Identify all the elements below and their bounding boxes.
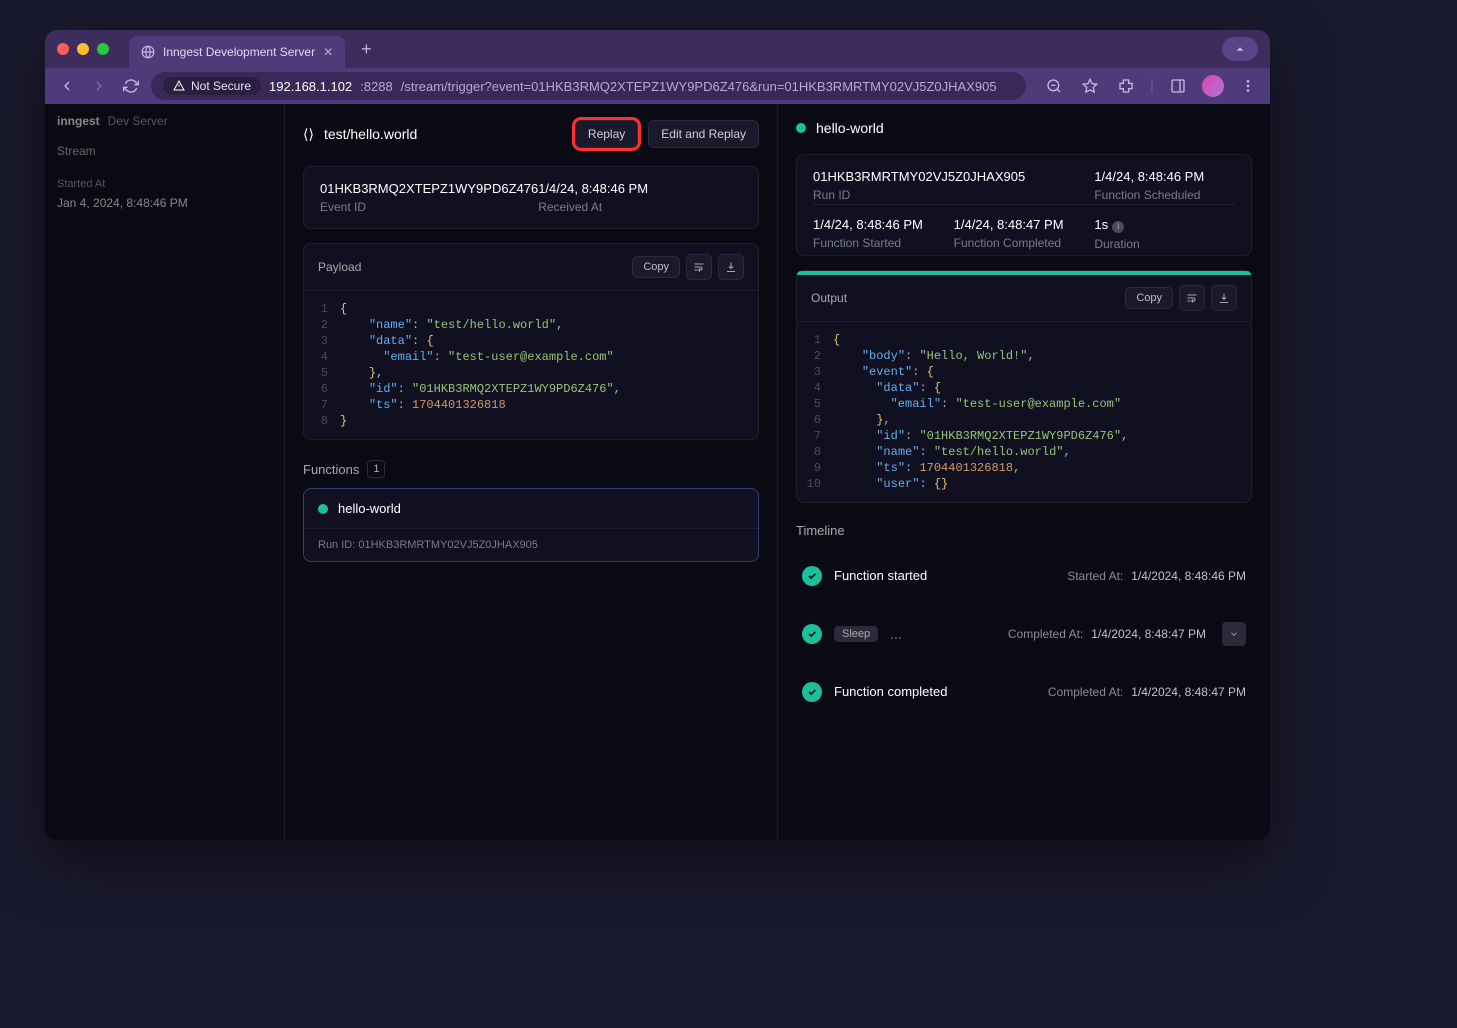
incognito-icon[interactable]	[1222, 37, 1258, 61]
url-host: 192.168.1.102	[269, 79, 352, 94]
run-id-label: Run ID:	[318, 539, 355, 551]
check-icon	[802, 566, 822, 586]
status-dot-icon	[318, 504, 328, 514]
functions-label: Functions	[303, 462, 359, 477]
url-input[interactable]: Not Secure 192.168.1.102 :8288/stream/tri…	[151, 72, 1026, 100]
tab-title: Inngest Development Server	[163, 45, 315, 59]
started-at-value: Jan 4, 2024, 8:48:46 PM	[57, 196, 272, 210]
check-icon	[802, 682, 822, 702]
ellipsis-icon: ...	[890, 626, 902, 642]
sidepanel-icon[interactable]	[1166, 74, 1190, 98]
download-icon[interactable]	[1211, 285, 1237, 311]
event-id: 01HKB3RMQ2XTEPZ1WY9PD6Z476	[320, 181, 538, 196]
run-id: 01HKB3RMRTMY02VJ5Z0JHAX905	[358, 539, 538, 551]
browser-titlebar: Inngest Development Server ✕ +	[45, 30, 1270, 68]
run-id-val: 01HKB3RMRTMY02VJ5Z0JHAX905	[813, 169, 1094, 184]
started-lbl: Function Started	[813, 236, 954, 250]
scheduled-lbl: Function Scheduled	[1094, 188, 1235, 202]
output-card: Output Copy 1{2 "body": "Hello, World!",…	[796, 270, 1252, 503]
started-at-label: Started At	[57, 178, 272, 190]
wrap-icon[interactable]	[686, 254, 712, 280]
started-val: 1/4/24, 8:48:46 PM	[813, 217, 954, 232]
warning-icon	[173, 80, 185, 92]
timeline-meta-value: 1/4/2024, 8:48:47 PM	[1091, 627, 1206, 641]
globe-icon	[141, 45, 155, 59]
window-minimize-icon[interactable]	[77, 43, 89, 55]
timeline-title: Function completed	[834, 684, 947, 699]
run-info-card: 01HKB3RMRTMY02VJ5Z0JHAX905 Run ID 1/4/24…	[796, 154, 1252, 256]
status-dot-icon	[796, 123, 806, 133]
function-name: hello-world	[338, 501, 401, 516]
event-info-card: 01HKB3RMQ2XTEPZ1WY9PD6Z476 Event ID 1/4/…	[303, 166, 759, 229]
functions-count: 1	[367, 460, 385, 478]
star-icon[interactable]	[1078, 74, 1102, 98]
function-card[interactable]: hello-world Run ID: 01HKB3RMRTMY02VJ5Z0J…	[303, 488, 759, 562]
chevron-down-icon[interactable]	[1222, 622, 1246, 646]
timeline-item[interactable]: Function started Started At: 1/4/2024, 8:4…	[796, 548, 1252, 604]
run-panel: hello-world 01HKB3RMRTMY02VJ5Z0JHAX905 R…	[778, 104, 1270, 840]
payload-code[interactable]: 1{2 "name": "test/hello.world",3 "data":…	[304, 291, 758, 439]
back-button[interactable]	[55, 74, 79, 98]
timeline-list: Function started Started At: 1/4/2024, 8:4…	[796, 548, 1252, 720]
copy-output-button[interactable]: Copy	[1125, 287, 1173, 309]
forward-button[interactable]	[87, 74, 111, 98]
security-indicator[interactable]: Not Secure	[163, 77, 261, 95]
timeline-item[interactable]: Function completed Completed At: 1/4/2024,…	[796, 664, 1252, 720]
output-label: Output	[811, 291, 847, 305]
output-code[interactable]: 1{2 "body": "Hello, World!",3 "event": {…	[797, 322, 1251, 502]
copy-payload-button[interactable]: Copy	[632, 256, 680, 278]
menu-icon[interactable]	[1236, 74, 1260, 98]
timeline-pill: Sleep	[834, 626, 878, 642]
info-icon[interactable]: i	[1112, 221, 1124, 233]
timeline-meta-value: 1/4/2024, 8:48:46 PM	[1131, 569, 1246, 583]
new-tab-button[interactable]: +	[361, 39, 372, 60]
timeline-meta-label: Started At:	[1067, 569, 1123, 583]
completed-lbl: Function Completed	[954, 236, 1095, 250]
timeline-title: Function started	[834, 568, 927, 583]
duration-lbl: Duration	[1094, 237, 1235, 251]
check-icon	[802, 624, 822, 644]
url-path: /stream/trigger?event=01HKB3RMQ2XTEPZ1WY…	[401, 79, 997, 94]
window-close-icon[interactable]	[57, 43, 69, 55]
window-maximize-icon[interactable]	[97, 43, 109, 55]
app-sidebar: inngest Dev Server Stream Started At Jan…	[45, 104, 285, 840]
edit-replay-button[interactable]: Edit and Replay	[648, 120, 759, 148]
url-port: :8288	[360, 79, 393, 94]
zoom-icon[interactable]	[1042, 74, 1066, 98]
timeline-label: Timeline	[796, 523, 845, 538]
run-title: hello-world	[816, 120, 884, 136]
wrap-icon[interactable]	[1179, 285, 1205, 311]
event-title: test/hello.world	[324, 126, 417, 142]
extensions-icon[interactable]	[1114, 74, 1138, 98]
browser-address-bar: Not Secure 192.168.1.102 :8288/stream/tri…	[45, 68, 1270, 104]
event-id-label: Event ID	[320, 200, 538, 214]
completed-val: 1/4/24, 8:48:47 PM	[954, 217, 1095, 232]
duration-val: 1si	[1094, 217, 1235, 233]
timeline-item[interactable]: Sleep... Completed At: 1/4/2024, 8:48:47 P…	[796, 604, 1252, 664]
close-icon[interactable]: ✕	[323, 45, 333, 59]
timeline-meta-label: Completed At:	[1008, 627, 1083, 641]
sidebar-nav-stream[interactable]: Stream	[57, 144, 96, 158]
payload-label: Payload	[318, 260, 361, 274]
payload-card: Payload Copy 1{2 "name": "test/hello.wor…	[303, 243, 759, 440]
reload-button[interactable]	[119, 74, 143, 98]
timeline-meta-label: Completed At:	[1048, 685, 1123, 699]
event-icon: ⟨⟩	[303, 126, 314, 143]
replay-button[interactable]: Replay	[575, 120, 638, 148]
event-panel: ⟨⟩ test/hello.world Replay Edit and Repl…	[285, 104, 778, 840]
timeline-meta-value: 1/4/2024, 8:48:47 PM	[1131, 685, 1246, 699]
download-icon[interactable]	[718, 254, 744, 280]
run-id-lbl: Run ID	[813, 188, 1094, 202]
received-at-label: Received At	[538, 200, 742, 214]
scheduled-val: 1/4/24, 8:48:46 PM	[1094, 169, 1235, 184]
brand: inngest Dev Server	[57, 114, 272, 128]
browser-tab[interactable]: Inngest Development Server ✕	[129, 36, 345, 68]
received-at: 1/4/24, 8:48:46 PM	[538, 181, 742, 196]
profile-avatar[interactable]	[1202, 75, 1224, 97]
